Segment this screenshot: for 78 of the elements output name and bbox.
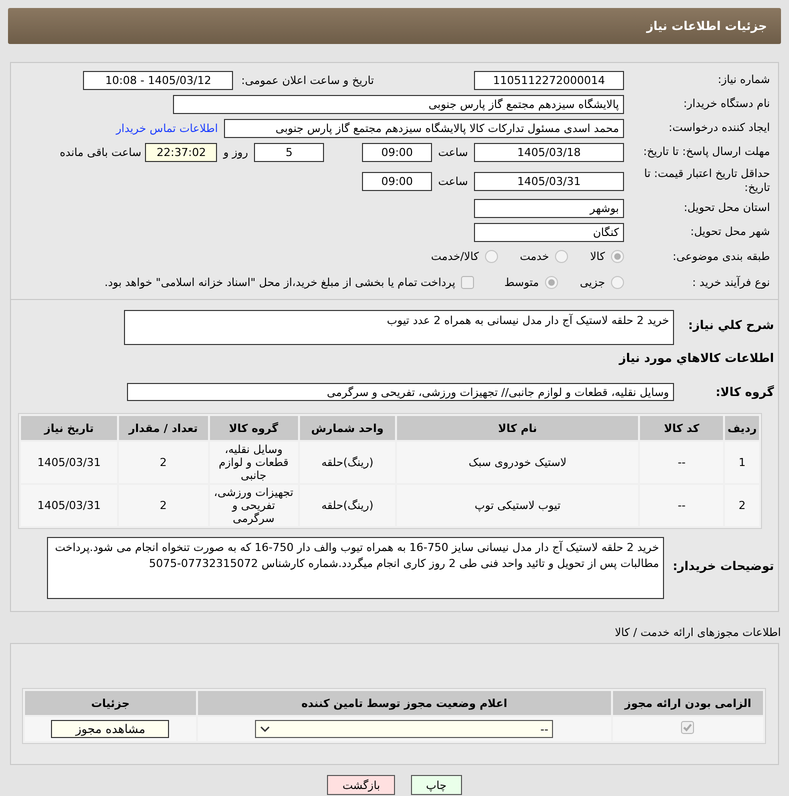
column-header: تعداد / مقدار	[119, 416, 208, 440]
field-label: تاریخ و ساعت اعلان عمومی:	[241, 74, 374, 86]
table-cell: 2	[119, 442, 208, 483]
city-field: کنگان	[474, 222, 624, 242]
field-label: ساعت	[438, 146, 468, 158]
table-cell: تیوب لاستیکی توپ	[397, 485, 638, 526]
remaining-time-field: 22:37:02	[145, 142, 218, 162]
days-field: 5	[254, 142, 324, 162]
field-label: شهر محل تحویل:	[689, 225, 771, 239]
field-label: شماره نیاز:	[716, 73, 771, 87]
field-label: استان محل تحویل:	[682, 201, 771, 215]
field-label: نوع فرآیند خرید :	[691, 276, 771, 290]
validity-time-field: 09:00	[362, 172, 432, 190]
column-header: گروه کالا	[210, 416, 298, 440]
goods-group-field: وسایل نقلیه، قطعات و لوازم جانبی// تجهیزات ورزشی، تفریحی و سرگرمی	[127, 383, 674, 401]
field-label: گروه کالا:	[714, 385, 774, 399]
option-label: متوسط	[504, 276, 539, 288]
column-header: اعلام وضعیت مجوز توسط تامین کننده	[198, 691, 611, 715]
view-permit-button[interactable]: مشاهده مجوز	[51, 720, 170, 738]
table-cell: 1405/03/31	[21, 485, 118, 526]
radio-button[interactable]	[611, 250, 624, 262]
column-header: نام کالا	[397, 416, 638, 440]
deadline-date-field: 1405/03/18	[474, 142, 624, 162]
back-button[interactable]: بازگشت	[327, 775, 396, 795]
chevron-down-icon	[260, 725, 270, 733]
field-label: طبقه بندی موضوعی:	[672, 250, 771, 264]
buyer-name-field: پالایشگاه سیزدهم مجتمع گاز پارس جنوبی	[173, 94, 624, 114]
column-header: الزامی بودن ارائه مجوز	[612, 691, 763, 715]
column-header: ردیف	[725, 416, 759, 440]
print-button[interactable]: چاپ	[411, 775, 462, 795]
need-number-field: 1105112272000014	[474, 70, 624, 90]
page-title: جزئیات اطلاعات نیاز	[646, 19, 767, 33]
validity-date-field: 1405/03/31	[474, 172, 624, 190]
section-heading: اطلاعات كالاهاي مورد نياز	[618, 351, 774, 365]
option-label: کالا	[590, 250, 605, 262]
field-label: ساعت باقی مانده	[60, 146, 142, 158]
table-cell: تجهیزات ورزشی، تفریحی و سرگرمی	[210, 485, 298, 526]
required-checkbox[interactable]	[681, 721, 694, 734]
province-field: بوشهر	[474, 198, 624, 218]
option-label: کالا/خدمت	[431, 250, 479, 262]
radio-button[interactable]	[484, 250, 498, 262]
payment-checkbox[interactable]	[461, 276, 474, 288]
table-cell: لاستیک خودروی سبک	[397, 442, 638, 483]
buyer-notes-field: خرید 2 حلقه لاستیک آج دار مدل نیسانی سایز 750-16 به همراه تیوب والف دار 750-16 که به صورت تنخواه انجام می شود.پرداخت مطالبات پس از تحویل و تائید واحد فنی طی 2 روز کاری انجام میگردد.شماره کارشناس 07732315072-5075	[47, 537, 664, 599]
table-cell: --	[640, 442, 724, 483]
contact-link[interactable]: اطلاعات تماس خریدار	[116, 122, 218, 134]
table-cell: 1	[725, 442, 759, 483]
field-label: شرح كلي نياز:	[687, 318, 774, 332]
column-header: تاریخ نیاز	[21, 416, 118, 440]
table-cell: --	[640, 485, 724, 526]
field-label: نام دستگاه خریدار:	[682, 97, 771, 111]
field-label: توضیحات خریدار:	[672, 559, 774, 573]
requester-field: محمد اسدی مسئول تدارکات کالا پالایشگاه سیزدهم مجتمع گاز پارس جنوبی	[224, 118, 624, 138]
table-cell: (رینگ)حلقه	[300, 442, 396, 483]
option-label: جزیی	[580, 276, 605, 288]
table-cell: 2	[725, 485, 759, 526]
option-label: خدمت	[520, 250, 550, 262]
status-dropdown[interactable]: --	[255, 720, 554, 738]
radio-button[interactable]	[555, 250, 568, 262]
table-cell: 2	[119, 485, 208, 526]
need-description-field: خرید 2 حلقه لاستیک آج دار مدل نیسانی به همراه 2 عدد تیوب	[124, 310, 674, 345]
column-header: کد کالا	[640, 416, 724, 440]
section-title: اطلاعات مجوزهای ارائه خدمت / کالا	[614, 626, 781, 639]
field-label: ساعت	[438, 174, 468, 188]
field-label: مهلت ارسال پاسخ: تا تاریخ:	[642, 145, 771, 159]
table-cell: (رینگ)حلقه	[300, 485, 396, 526]
field-label: روز و	[223, 146, 248, 158]
announce-date-field: 1405/03/12 - 10:08	[83, 70, 234, 90]
radio-button[interactable]	[544, 276, 558, 288]
column-header: جزئیات	[25, 691, 196, 715]
field-label: ایجاد کننده درخواست:	[668, 121, 771, 135]
table-cell: 1405/03/31	[21, 442, 118, 483]
payment-option-label: پرداخت تمام یا بخشی از مبلغ خرید،از محل "اسناد خزانه اسلامی" خواهد بود.	[104, 276, 456, 288]
field-label: حداقل تاریخ اعتبار قیمت: تا تاریخ:	[643, 167, 771, 195]
column-header: واحد شمارش	[300, 416, 396, 440]
radio-button[interactable]	[611, 276, 624, 288]
table-cell: وسایل نقلیه، قطعات و لوازم جانبی	[210, 442, 298, 483]
deadline-time-field: 09:00	[362, 142, 432, 162]
